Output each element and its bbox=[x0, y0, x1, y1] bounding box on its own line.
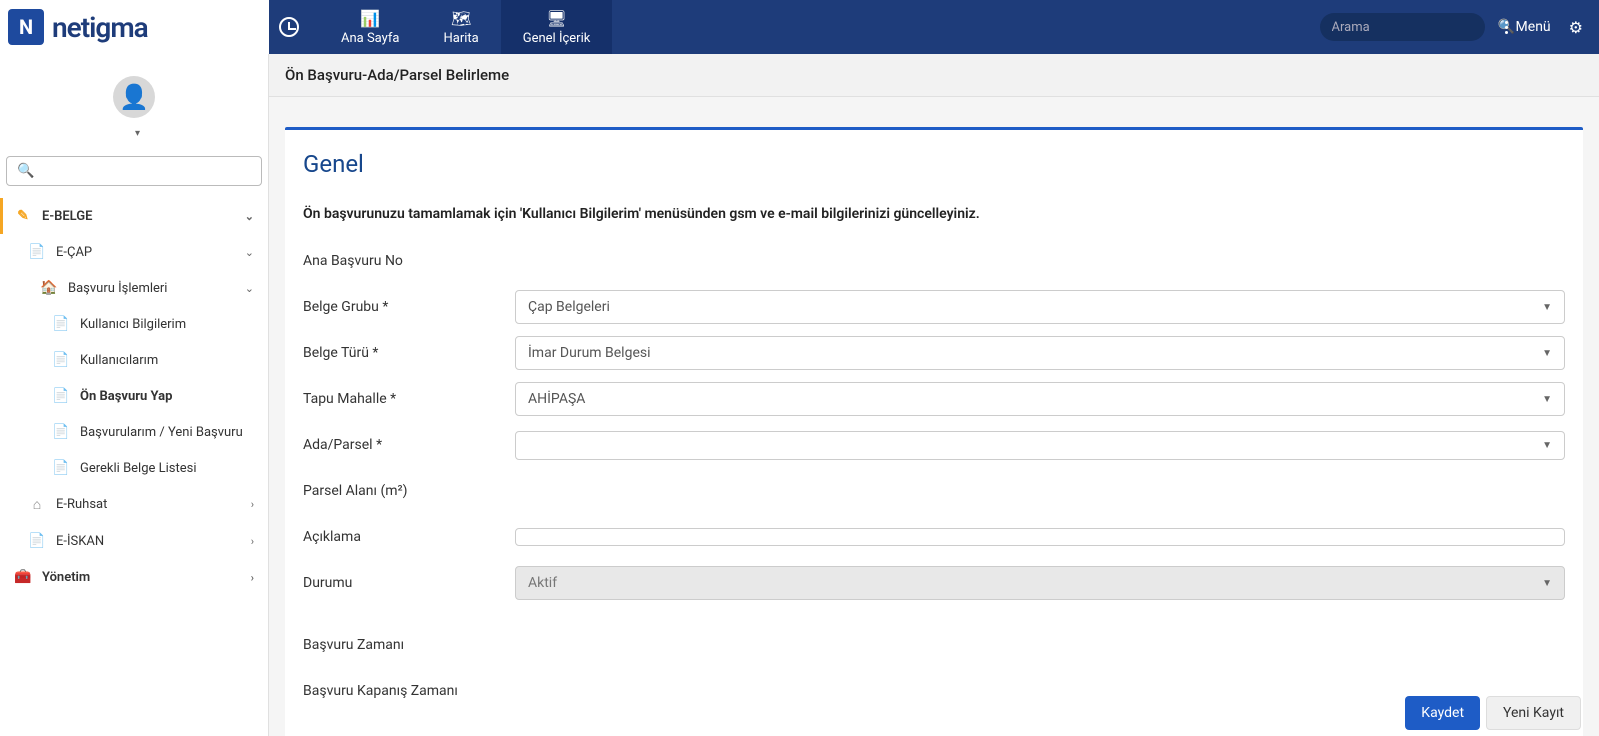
chevron-down-icon: ⌄ bbox=[245, 210, 254, 223]
tree-item-label: E-ÇAP bbox=[56, 245, 92, 260]
chart-icon: 📊 bbox=[360, 9, 380, 28]
tree-item-icon: 📄 bbox=[52, 352, 70, 368]
tree-item-label: Kullanıcı Bilgilerim bbox=[80, 317, 186, 332]
search-top[interactable]: 🔍 bbox=[1320, 13, 1485, 41]
chevron-right-icon: › bbox=[251, 498, 254, 511]
sidebar-item-6[interactable]: 📄 Başvurularım / Yeni Başvuru bbox=[0, 414, 268, 450]
map-icon: 🗺 bbox=[451, 9, 471, 28]
new-record-button[interactable]: Yeni Kayıt bbox=[1486, 696, 1581, 730]
tree-item-icon: 🏠 bbox=[40, 280, 58, 296]
chevron-down-icon: ▼ bbox=[1542, 440, 1552, 451]
tree-item-label: E-İSKAN bbox=[56, 534, 104, 549]
dots-icon bbox=[1505, 21, 1508, 34]
chevron-right-icon: › bbox=[251, 571, 254, 584]
tree-item-label: Kullanıcılarım bbox=[80, 353, 158, 368]
label-belge-grubu: Belge Grubu * bbox=[303, 299, 515, 315]
save-button[interactable]: Kaydet bbox=[1405, 696, 1480, 730]
monitor-icon: 🖥 bbox=[546, 9, 566, 28]
select-tapu-mahalle[interactable]: AHİPAŞA ▼ bbox=[515, 382, 1565, 416]
sidebar-item-3[interactable]: 📄 Kullanıcı Bilgilerim bbox=[0, 306, 268, 342]
search-icon: 🔍 bbox=[17, 163, 34, 179]
label-ana-basvuru-no: Ana Başvuru No bbox=[303, 253, 515, 269]
chevron-down-icon: ⌄ bbox=[245, 246, 254, 259]
chevron-down-icon: ▼ bbox=[1542, 578, 1552, 589]
select-value: İmar Durum Belgesi bbox=[528, 345, 651, 361]
tree-item-icon: 📄 bbox=[28, 533, 46, 549]
logo-icon: N bbox=[8, 9, 44, 45]
info-text: Ön başvurunuzu tamamlamak için 'Kullanıc… bbox=[303, 206, 1565, 222]
action-bar: Kaydet Yeni Kayıt bbox=[269, 696, 1599, 736]
app-name: netigma bbox=[52, 11, 148, 44]
history-icon[interactable] bbox=[279, 17, 299, 37]
tab-map[interactable]: 🗺 Harita bbox=[421, 0, 500, 54]
tab-home[interactable]: 📊 Ana Sayfa bbox=[319, 0, 421, 54]
tree-item-label: E-Ruhsat bbox=[56, 497, 107, 512]
tree-item-label: Ön Başvuru Yap bbox=[80, 389, 172, 404]
nav-tree: ✎ E-BELGE ⌄ 📄 E-ÇAP ⌄ 🏠 Başvuru İşlemleri ⌄ 📄 Kull… bbox=[0, 194, 268, 599]
menu-label: Menü bbox=[1516, 19, 1551, 35]
label-aciklama: Açıklama bbox=[303, 529, 515, 545]
label-basvuru-zamani: Başvuru Zamanı bbox=[303, 637, 515, 653]
tree-item-label: Gerekli Belge Listesi bbox=[80, 461, 197, 476]
sidebar: 👤 🔍 ✎E-BELGE⌄📄E-ÇAP⌄🏠Başvuru İşlemleri⌄📄… bbox=[0, 54, 269, 736]
chevron-down-icon: ▼ bbox=[1542, 302, 1552, 313]
tree-item-icon: 🧰 bbox=[14, 569, 32, 585]
sidebar-item-7[interactable]: 📄 Gerekli Belge Listesi bbox=[0, 450, 268, 486]
tab-content[interactable]: 🖥 Genel İçerik bbox=[501, 0, 613, 54]
user-dropdown[interactable] bbox=[128, 126, 140, 140]
tree-item-label: Başvurularım / Yeni Başvuru bbox=[80, 425, 243, 440]
chevron-right-icon: › bbox=[251, 535, 254, 548]
select-ada-parsel[interactable]: ▼ bbox=[515, 431, 1565, 460]
select-belge-turu[interactable]: İmar Durum Belgesi ▼ bbox=[515, 336, 1565, 370]
label-ada-parsel: Ada/Parsel * bbox=[303, 437, 515, 453]
label-durumu: Durumu bbox=[303, 575, 515, 591]
select-value: Aktif bbox=[528, 575, 557, 591]
select-value: Çap Belgeleri bbox=[528, 299, 610, 315]
sidebar-item-0[interactable]: ✎ E-BELGE ⌄ bbox=[0, 198, 268, 234]
sidebar-item-4[interactable]: 📄 Kullanıcılarım bbox=[0, 342, 268, 378]
label-belge-turu: Belge Türü * bbox=[303, 345, 515, 361]
tree-item-icon: 📄 bbox=[28, 244, 46, 260]
tree-item-label: E-BELGE bbox=[42, 209, 93, 224]
chevron-down-icon: ▼ bbox=[1542, 348, 1552, 359]
tree-item-icon: 📄 bbox=[52, 460, 70, 476]
sidebar-item-8[interactable]: ⌂ E-Ruhsat › bbox=[0, 486, 268, 523]
chevron-down-icon: ⌄ bbox=[245, 282, 254, 295]
panel-title: Genel bbox=[303, 150, 1565, 178]
form-panel: Genel Ön başvurunuzu tamamlamak için 'Ku… bbox=[285, 127, 1583, 736]
tree-item-label: Başvuru İşlemleri bbox=[68, 281, 167, 296]
avatar-area: 👤 bbox=[0, 54, 268, 148]
label-tapu-mahalle: Tapu Mahalle * bbox=[303, 391, 515, 407]
tab-label: Genel İçerik bbox=[523, 31, 591, 46]
gear-icon: ⚙ bbox=[1569, 18, 1583, 37]
search-input[interactable] bbox=[1332, 20, 1498, 35]
sidebar-item-9[interactable]: 📄 E-İSKAN › bbox=[0, 523, 268, 559]
settings-button[interactable]: ⚙ bbox=[1569, 18, 1583, 37]
sidebar-search[interactable]: 🔍 bbox=[6, 156, 262, 186]
label-parsel-alani: Parsel Alanı (m²) bbox=[303, 483, 515, 499]
tab-label: Harita bbox=[443, 31, 478, 46]
avatar[interactable]: 👤 bbox=[113, 76, 155, 118]
tree-item-icon: 📄 bbox=[52, 316, 70, 332]
select-durumu: Aktif ▼ bbox=[515, 566, 1565, 600]
sidebar-search-input[interactable] bbox=[40, 164, 251, 179]
menu-button[interactable]: Menü bbox=[1505, 19, 1551, 35]
sidebar-item-10[interactable]: 🧰 Yönetim › bbox=[0, 559, 268, 595]
sidebar-item-5[interactable]: 📄 Ön Başvuru Yap bbox=[0, 378, 268, 414]
tab-label: Ana Sayfa bbox=[341, 31, 399, 46]
breadcrumb: Ön Başvuru-Ada/Parsel Belirleme bbox=[269, 54, 1599, 97]
tree-item-icon: ✎ bbox=[14, 208, 32, 224]
sidebar-item-2[interactable]: 🏠 Başvuru İşlemleri ⌄ bbox=[0, 270, 268, 306]
tree-item-icon: 📄 bbox=[52, 388, 70, 404]
tree-item-label: Yönetim bbox=[42, 570, 90, 585]
sidebar-item-1[interactable]: 📄 E-ÇAP ⌄ bbox=[0, 234, 268, 270]
chevron-down-icon: ▼ bbox=[1542, 394, 1552, 405]
select-value: AHİPAŞA bbox=[528, 391, 585, 407]
tree-item-icon: ⌂ bbox=[28, 496, 46, 513]
tree-item-icon: 📄 bbox=[52, 424, 70, 440]
input-aciklama[interactable] bbox=[515, 528, 1565, 546]
select-belge-grubu[interactable]: Çap Belgeleri ▼ bbox=[515, 290, 1565, 324]
logo-area: N netigma bbox=[0, 0, 269, 54]
nav-tabs: 📊 Ana Sayfa 🗺 Harita 🖥 Genel İçerik bbox=[319, 0, 612, 54]
